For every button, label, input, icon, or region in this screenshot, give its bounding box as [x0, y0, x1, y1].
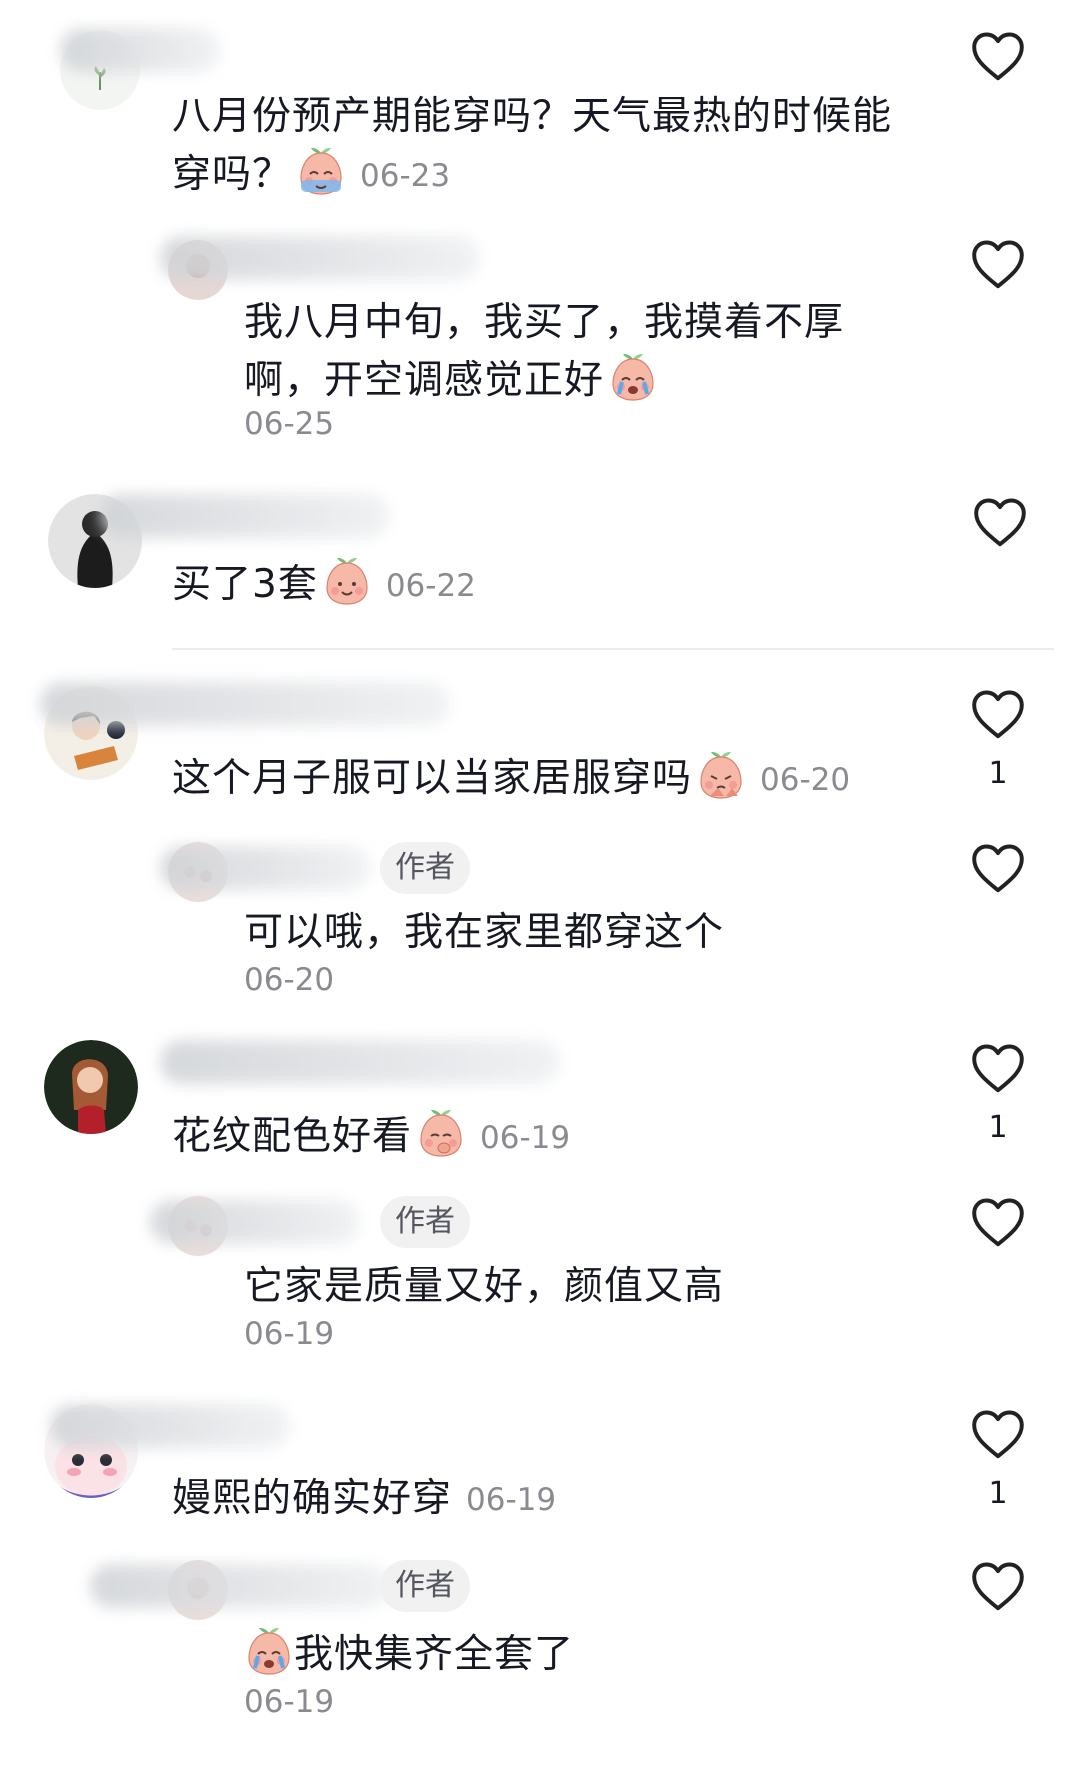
reply-username-blurred[interactable]	[160, 236, 480, 280]
like-count: 1	[988, 1110, 1008, 1145]
avatar[interactable]	[44, 1040, 138, 1134]
heart-outline-icon[interactable]	[970, 1042, 1026, 1094]
reply-text: 可以哦，我在家里都穿这个	[244, 910, 725, 955]
heart-outline-icon[interactable]	[970, 30, 1026, 82]
username-blurred[interactable]	[50, 1404, 290, 1448]
comment-date: 06-19	[480, 1120, 571, 1156]
author-badge: 作者	[380, 1560, 470, 1612]
crying-face-emoji	[296, 146, 346, 196]
comment-text: 八月份预产期能穿吗？天气最热的时候能穿吗？ 06-23	[172, 94, 893, 197]
heart-outline-icon[interactable]	[972, 496, 1028, 548]
comment-text: 买了3套 06-22	[172, 556, 892, 615]
reply-username-blurred[interactable]	[150, 1200, 360, 1244]
author-badge: 作者	[380, 1196, 470, 1248]
comment-date: 06-22	[385, 568, 476, 604]
reply-text: 我八月中旬，我买了，我摸着不厚啊，开空调感觉正好	[244, 300, 845, 403]
comment-text: 花纹配色好看 06-19	[172, 1108, 892, 1167]
like-count: 1	[988, 756, 1008, 791]
heart-outline-icon[interactable]	[970, 1560, 1026, 1612]
smiling-face-emoji	[322, 556, 372, 606]
heart-outline-icon[interactable]	[970, 238, 1026, 290]
reply-text: 我快集齐全套了	[244, 1626, 884, 1684]
comment-text: 这个月子服可以当家居服穿吗 06-20	[172, 750, 892, 809]
username-blurred[interactable]	[40, 682, 450, 726]
comment-date: 06-19	[466, 1482, 557, 1518]
reply-date: 06-20	[244, 962, 335, 998]
heart-outline-icon[interactable]	[970, 1196, 1026, 1248]
comment-date: 06-20	[760, 762, 851, 798]
reply-date: 06-25	[244, 406, 335, 442]
username-blurred[interactable]	[100, 494, 390, 538]
username-blurred[interactable]	[60, 28, 220, 72]
heart-outline-icon[interactable]	[970, 688, 1026, 740]
heart-outline-icon[interactable]	[970, 842, 1026, 894]
crying-face-emoji	[244, 1626, 294, 1676]
pleading-face-emoji	[696, 750, 746, 800]
username-blurred[interactable]	[160, 1040, 560, 1084]
reply-username-blurred[interactable]	[160, 846, 370, 890]
crying-face-emoji	[608, 352, 658, 402]
divider	[172, 648, 1054, 650]
reply-date: 06-19	[244, 1684, 335, 1720]
comment-date: 06-23	[360, 158, 451, 194]
reply-text: 它家是质量又好，颜值又高	[244, 1264, 725, 1309]
blushing-face-emoji	[416, 1108, 466, 1158]
author-badge: 作者	[380, 842, 470, 894]
reply-date: 06-19	[244, 1316, 335, 1352]
like-count: 1	[988, 1476, 1008, 1511]
comment-text: 嫚熙的确实好穿 06-19	[172, 1476, 557, 1521]
heart-outline-icon[interactable]	[970, 1408, 1026, 1460]
reply-username-blurred[interactable]	[90, 1564, 390, 1608]
